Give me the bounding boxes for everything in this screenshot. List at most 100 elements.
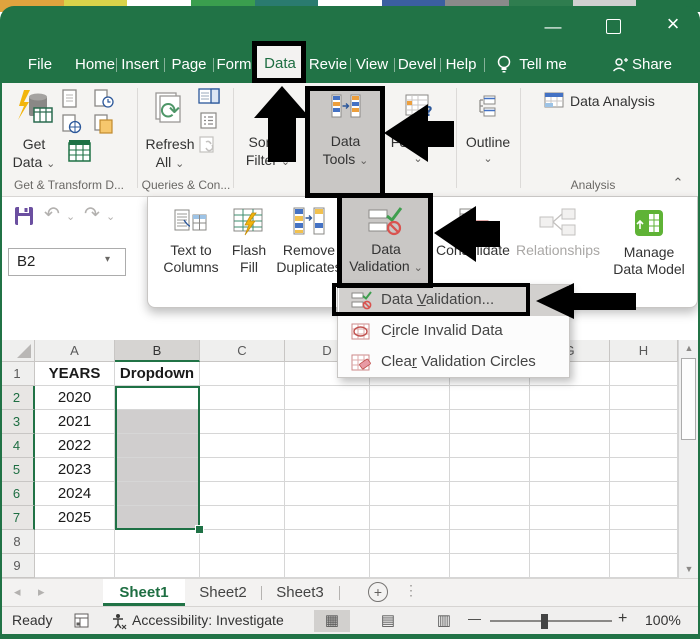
cell-F2[interactable] [450, 386, 530, 410]
cell-F3[interactable] [450, 410, 530, 434]
zoom-slider-track[interactable] [490, 620, 612, 622]
tab-formulas[interactable]: Form [214, 53, 254, 77]
refresh-all-button[interactable]: ⟳ Refresh All ⌄ [144, 88, 196, 174]
row-header-3[interactable]: 3 [0, 410, 35, 434]
cell-H4[interactable] [610, 434, 678, 458]
sheet-tab-sheet3[interactable]: Sheet3 [263, 579, 337, 606]
remove-duplicates-button[interactable]: Remove Duplicates [274, 201, 344, 301]
column-header-A[interactable]: A [35, 340, 115, 362]
sheet-tab-sheet2[interactable]: Sheet2 [186, 579, 260, 606]
manage-data-model-button[interactable]: Manage Data Model [606, 201, 692, 301]
cell-B6[interactable] [115, 482, 200, 506]
column-header-B[interactable]: B [115, 340, 200, 362]
cell-E7[interactable] [370, 506, 450, 530]
cell-A5[interactable]: 2023 [35, 458, 115, 482]
text-to-columns-button[interactable]: Text to Columns [160, 201, 222, 301]
row-header-6[interactable]: 6 [0, 482, 35, 506]
scroll-up-icon[interactable]: ▲ [679, 340, 699, 356]
cell-C5[interactable] [200, 458, 285, 482]
cell-B1[interactable]: Dropdown [115, 362, 200, 386]
tab-page-layout[interactable]: Page L [166, 53, 212, 97]
cell-D5[interactable] [285, 458, 370, 482]
tab-file[interactable]: File [20, 53, 60, 77]
sort-filter-button[interactable]: Sort & Filter ⌄ [240, 88, 296, 174]
cell-A2[interactable]: 2020 [35, 386, 115, 410]
cell-E9[interactable] [370, 554, 450, 578]
flash-fill-button[interactable]: Flash Fill [226, 201, 272, 301]
row-header-9[interactable]: 9 [0, 554, 35, 578]
zoom-slider-thumb[interactable] [541, 614, 548, 629]
tab-insert[interactable]: Insert [118, 53, 162, 77]
data-tools-button[interactable]: Data Tools ⌄ [309, 87, 382, 193]
cell-G4[interactable] [530, 434, 610, 458]
existing-connections-icon[interactable] [94, 114, 114, 134]
sheet-nav-left-icon[interactable]: ◂ [14, 584, 21, 600]
cell-A8[interactable] [35, 530, 115, 554]
from-table-range-icon[interactable] [68, 139, 92, 163]
view-page-layout-button[interactable]: ▤ [370, 610, 406, 632]
from-web-icon[interactable] [62, 114, 82, 134]
cell-C9[interactable] [200, 554, 285, 578]
row-header-5[interactable]: 5 [0, 458, 35, 482]
scroll-down-icon[interactable]: ▼ [679, 561, 699, 577]
cell-B2[interactable] [115, 386, 200, 410]
cell-F8[interactable] [450, 530, 530, 554]
accessibility-icon[interactable] [110, 612, 128, 630]
cell-H7[interactable] [610, 506, 678, 530]
cell-B7[interactable] [115, 506, 200, 530]
forecast-button[interactable]: ? Forecast ⌄ [390, 88, 446, 174]
sheet-more-icon[interactable]: ⋮ [404, 582, 418, 599]
cell-E2[interactable] [370, 386, 450, 410]
save-icon[interactable] [14, 206, 34, 226]
cell-C2[interactable] [200, 386, 285, 410]
cell-G8[interactable] [530, 530, 610, 554]
outline-button[interactable]: Outline ⌄ [462, 88, 514, 174]
row-header-1[interactable]: 1 [0, 362, 35, 386]
zoom-level[interactable]: 100% [645, 612, 681, 628]
share-button[interactable]: Share [630, 53, 674, 77]
view-page-break-button[interactable]: ▥ [426, 610, 462, 632]
chevron-down-icon[interactable]: ⌄ [66, 210, 75, 223]
cell-A3[interactable]: 2021 [35, 410, 115, 434]
cell-C4[interactable] [200, 434, 285, 458]
cell-H6[interactable] [610, 482, 678, 506]
cell-E5[interactable] [370, 458, 450, 482]
cell-C3[interactable] [200, 410, 285, 434]
vertical-scrollbar-thumb[interactable] [681, 358, 696, 440]
menu-item-clear-validation-circles[interactable]: Clear Validation Circles [339, 347, 568, 378]
cell-B9[interactable] [115, 554, 200, 578]
data-analysis-button[interactable]: Data Analysis [540, 91, 690, 115]
cell-E6[interactable] [370, 482, 450, 506]
cell-F6[interactable] [450, 482, 530, 506]
cell-B5[interactable] [115, 458, 200, 482]
get-data-button[interactable]: Get Data ⌄ [8, 88, 60, 174]
status-accessibility[interactable]: Accessibility: Investigate [132, 612, 284, 628]
cell-H8[interactable] [610, 530, 678, 554]
cell-G2[interactable] [530, 386, 610, 410]
cell-G6[interactable] [530, 482, 610, 506]
cell-A6[interactable]: 2024 [35, 482, 115, 506]
macro-record-icon[interactable] [74, 613, 90, 629]
cell-D4[interactable] [285, 434, 370, 458]
cell-C6[interactable] [200, 482, 285, 506]
undo-button[interactable]: ↶ [44, 203, 60, 226]
cell-F7[interactable] [450, 506, 530, 530]
close-button[interactable]: × [658, 11, 688, 37]
cell-H2[interactable] [610, 386, 678, 410]
cell-H5[interactable] [610, 458, 678, 482]
cell-D6[interactable] [285, 482, 370, 506]
chevron-down-icon[interactable]: ⌄ [106, 210, 115, 223]
cell-G3[interactable] [530, 410, 610, 434]
cell-A1[interactable]: YEARS [35, 362, 115, 386]
tab-view[interactable]: View [352, 53, 392, 77]
row-header-2[interactable]: 2 [0, 386, 35, 410]
row-header-8[interactable]: 8 [0, 530, 35, 554]
menu-item-data-validation[interactable]: Data Validation... [339, 285, 568, 316]
recent-sources-icon[interactable] [94, 89, 114, 109]
cell-H1[interactable] [610, 362, 678, 386]
view-normal-button[interactable]: ▦ [314, 610, 350, 632]
menu-item-circle-invalid-data[interactable]: Circle Invalid Data [339, 316, 568, 347]
cell-D3[interactable] [285, 410, 370, 434]
maximize-button[interactable] [606, 19, 621, 34]
cell-F5[interactable] [450, 458, 530, 482]
